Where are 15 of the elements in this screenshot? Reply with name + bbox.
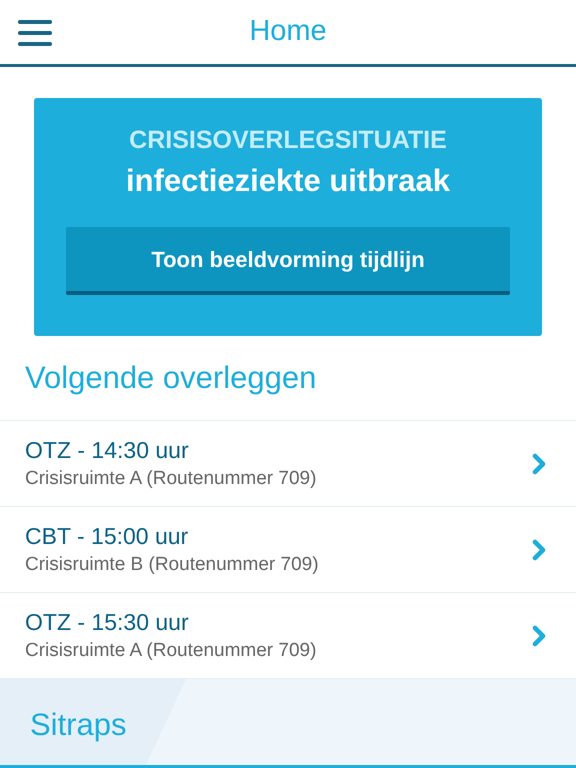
section-heading: Volgende overleggen <box>24 359 318 397</box>
meeting-title: OTZ - 15:30 uur <box>25 608 190 636</box>
meeting-title: CBT - 15:00 uur <box>25 522 190 550</box>
meeting-location: Crisisruimte A (Routenummer 709) <box>25 466 318 490</box>
meeting-item[interactable]: OTZ - 14:30 uur Crisisruimte A (Routenummer 709) <box>0 421 576 507</box>
crisis-title: infectieziekte uitbraak <box>126 162 450 200</box>
page-title: Home <box>249 14 327 50</box>
meeting-item[interactable]: CBT - 15:00 uur Crisisruimte B (Routenummer 709) <box>0 507 576 593</box>
sitraps-heading: Sitraps <box>30 706 126 744</box>
menu-icon[interactable] <box>18 20 52 46</box>
timeline-button[interactable]: Toon beeldvorming tijdlijn <box>66 227 510 295</box>
meeting-location: Crisisruimte B (Routenummer 709) <box>25 552 320 576</box>
meeting-title: OTZ - 14:30 uur <box>25 436 190 464</box>
meeting-location: Crisisruimte A (Routenummer 709) <box>25 638 318 662</box>
crisis-label: CRISISOVERLEGSITUATIE <box>129 125 447 156</box>
